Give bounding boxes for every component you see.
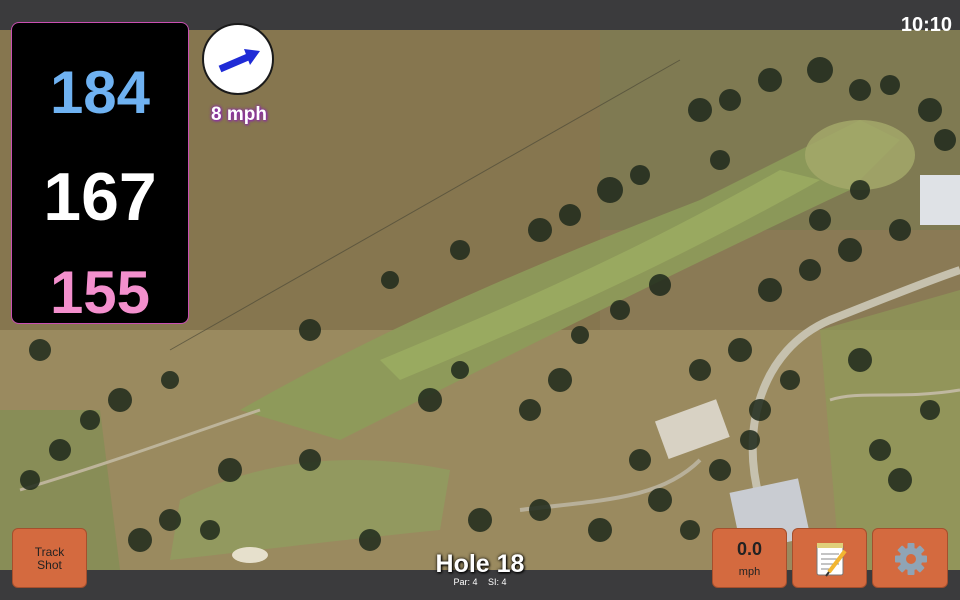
distance-front: 155 bbox=[49, 259, 151, 326]
wind-arrow-icon bbox=[218, 49, 260, 73]
notes-button[interactable] bbox=[792, 528, 867, 588]
distance-panel: 184 167 155 bbox=[11, 22, 189, 324]
wind-speed: 8 mph bbox=[211, 104, 267, 125]
speed-value: 0.0 bbox=[736, 539, 763, 559]
gear-icon bbox=[895, 543, 927, 575]
wind-dial bbox=[202, 23, 274, 95]
hole-stroke-index: SI: 4 bbox=[488, 577, 507, 587]
hole-par: Par: 4 bbox=[453, 577, 478, 587]
notepad-icon bbox=[816, 543, 847, 577]
settings-button[interactable] bbox=[872, 528, 948, 588]
distance-back: 184 bbox=[49, 59, 151, 126]
distance-middle: 167 bbox=[43, 159, 157, 235]
track-shot-label-line2: Shot bbox=[37, 558, 62, 572]
hole-info: Par: 4 SI: 4 bbox=[380, 577, 580, 587]
hole-title: Hole 18 bbox=[435, 550, 525, 578]
speed-unit: mph bbox=[738, 566, 761, 578]
status-time: 10:10 bbox=[900, 14, 952, 36]
track-shot-button[interactable]: Track Shot bbox=[12, 528, 87, 588]
speed-button[interactable]: 0.0 mph bbox=[712, 528, 787, 588]
